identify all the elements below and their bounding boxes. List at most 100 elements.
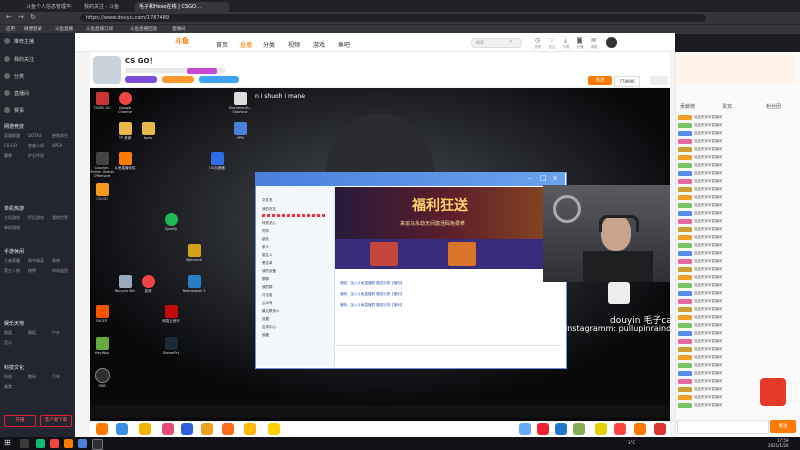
share-button[interactable] [650,76,668,85]
app-icon[interactable]: HeyWay [89,337,115,355]
send-button[interactable]: 发送 [770,420,796,433]
system-clock[interactable]: 17:59 2021/1/26 [768,438,789,448]
qq-list-item[interactable]: 家人 [262,245,269,250]
sidebar-category[interactable]: 音乐 [4,340,12,346]
sidebar-category[interactable]: 美食 [4,384,12,390]
sidebar-category[interactable]: 汽车 [52,374,60,380]
browser-tab-active[interactable]: 毛子和Hexo在线 | CSGO… [135,2,229,12]
fan-badge[interactable] [678,170,692,176]
gift-icon[interactable] [244,423,256,435]
gift-icon[interactable] [181,423,193,435]
history-icon[interactable]: ◷ [533,37,542,44]
back-icon[interactable]: ← [6,13,12,21]
douyu-taskbar-icon[interactable] [64,439,73,448]
fan-badge[interactable] [678,202,692,208]
follow-button[interactable]: 关注 [588,76,612,85]
fan-badge[interactable] [678,154,692,160]
fan-badge[interactable] [678,402,692,408]
fan-badge[interactable] [678,130,692,136]
chat-input[interactable] [677,420,769,434]
qq-list-item[interactable]: 黑名单 [262,261,273,266]
qq-list-item[interactable]: 应用中心 [262,325,276,330]
gift-icon[interactable] [654,423,666,435]
fan-badge[interactable] [678,178,692,184]
sidebar-category[interactable]: CS:GO [4,143,17,148]
fan-badge[interactable] [678,386,692,392]
qq-list-item[interactable]: 设置 [262,317,269,322]
site-nav-item[interactable]: 分类 [263,40,275,49]
fan-badge[interactable] [678,362,692,368]
qq-list-item[interactable]: 朋友 [262,237,269,242]
gift-icon[interactable] [96,423,108,435]
document-icon[interactable]: Documents - Shortcut [227,92,253,114]
sidebar-category[interactable]: 主机游戏 [4,215,20,221]
obs-icon[interactable]: OBS [89,368,115,388]
obs-taskbar-icon[interactable] [92,439,103,450]
fan-badge[interactable] [678,378,692,384]
search-icon[interactable] [20,439,29,448]
sidebar-category[interactable]: 怀旧游戏 [28,215,44,221]
fan-badge[interactable] [678,122,692,128]
faceit-icon[interactable]: FACEIT [89,305,115,323]
sidebar-category[interactable]: 炉石传说 [28,153,44,159]
fan-badge[interactable] [678,138,692,144]
fan-badge[interactable] [678,266,692,272]
promo-card[interactable] [448,242,476,266]
streamer-avatar[interactable] [93,56,121,84]
fan-badge[interactable] [678,234,692,240]
fan-badge[interactable] [678,114,692,120]
app-taskbar-icon[interactable] [36,439,45,448]
gift-icon[interactable] [614,423,626,435]
fan-badge[interactable] [678,258,692,264]
gift-icon[interactable] [222,423,234,435]
douyu-logo[interactable]: 斗鱼 [175,36,203,48]
csgo-icon[interactable]: CS:GO [89,183,115,201]
qq-list-item[interactable]: 讨论组 [262,293,273,298]
fan-badge[interactable] [678,370,692,376]
vpn-icon[interactable]: VPN [227,122,253,140]
gift-icon[interactable] [555,423,567,435]
sidebar-category[interactable]: 单机游戏 [4,225,20,231]
gift-icon[interactable] [116,423,128,435]
search-input[interactable]: 搜索 [471,38,522,48]
gift-icon[interactable] [537,423,549,435]
sidebar-category[interactable]: APEX [52,143,62,148]
fan-badge[interactable] [678,338,692,344]
qq-list-item[interactable]: 公众号 [262,301,273,306]
gift-icon[interactable] [573,423,585,435]
douyu-assistant-icon[interactable]: 斗鱼直播伴侣 [112,152,138,170]
sidebar-category[interactable]: 王者荣耀 [4,258,20,264]
fan-badge[interactable] [678,314,692,320]
forward-icon[interactable]: → [18,13,24,21]
qq-list-item[interactable]: 收藏 [262,333,269,338]
gift-icon[interactable] [201,423,213,435]
gift-icon[interactable] [139,423,151,435]
chat-top-banner[interactable] [677,55,795,83]
sidebar-category[interactable]: 穿越火线 [28,143,44,149]
sidebar-nav-item[interactable]: 赛事 [14,107,24,114]
fan-badge[interactable] [678,250,692,256]
start-live-button[interactable]: 开播 [4,415,36,427]
windows-start-icon[interactable]: ⊞ [4,438,11,447]
promo-card[interactable] [370,242,398,266]
qq-list-item[interactable]: 我的群 [262,285,273,290]
site-nav-item[interactable]: 鱼吧 [338,40,350,49]
browser-tab[interactable]: 我的关注 - 斗鱼 [80,2,134,12]
site-nav-item-active[interactable]: 直播 [240,40,252,49]
maximize-icon[interactable]: □ [540,174,547,182]
fan-badge[interactable] [678,162,692,168]
sidebar-category[interactable]: 户外 [52,330,60,336]
gift-icon[interactable] [519,423,531,435]
fan-badge[interactable] [678,290,692,296]
red-packet-icon[interactable] [760,378,786,406]
message-icon[interactable]: ✉ [589,37,598,44]
sidebar-category[interactable]: 第五人格 [4,268,20,274]
fan-badge[interactable] [678,306,692,312]
sidebar-category[interactable]: 原神 [52,258,60,264]
chrome-icon[interactable]: Google Chrome [112,92,138,114]
fan-badge[interactable] [678,322,692,328]
camera-icon[interactable]: ◙ [575,37,584,44]
fan-badge[interactable] [678,282,692,288]
netease-music-icon[interactable]: 网易云音乐 [158,305,184,323]
room-tag[interactable] [125,76,157,83]
